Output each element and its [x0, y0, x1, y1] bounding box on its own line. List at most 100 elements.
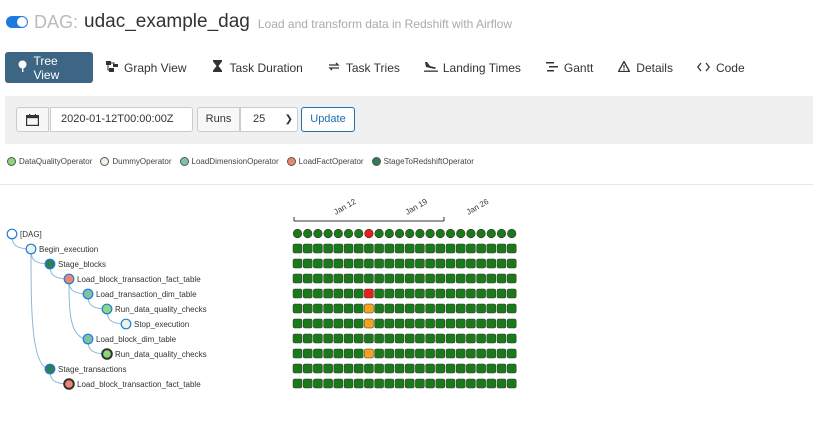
dag-run-status[interactable] [323, 228, 333, 239]
task-instance-status[interactable] [506, 348, 517, 359]
task-instance-status[interactable] [353, 288, 364, 299]
task-instance-status[interactable] [313, 348, 323, 359]
task-instance-status[interactable] [384, 243, 395, 254]
task-instance-status[interactable] [506, 273, 517, 284]
task-instance-status[interactable] [323, 303, 333, 314]
task-instance-status[interactable] [394, 333, 405, 344]
task-node[interactable] [82, 333, 94, 345]
task-instance-status[interactable] [415, 378, 425, 389]
task-instance-status[interactable] [486, 378, 497, 389]
task-instance-status[interactable] [445, 363, 456, 374]
task-instance-status[interactable] [466, 348, 476, 359]
task-instance-status[interactable] [435, 363, 446, 374]
task-instance-status[interactable] [384, 318, 395, 329]
task-instance-status[interactable] [343, 243, 354, 254]
task-instance-status[interactable] [476, 348, 486, 359]
task-node[interactable] [44, 363, 56, 375]
task-instance-status[interactable] [404, 258, 415, 269]
tab-task-tries[interactable]: Task Tries [315, 52, 412, 83]
task-instance-status[interactable] [394, 273, 405, 284]
task-instance-status[interactable] [384, 363, 395, 374]
task-instance-status[interactable] [506, 303, 517, 314]
task-instance-status[interactable] [455, 258, 466, 269]
dag-run-status[interactable] [507, 228, 517, 239]
task-instance-status[interactable] [313, 303, 323, 314]
task-instance-status[interactable] [476, 258, 486, 269]
task-instance-status[interactable] [394, 243, 405, 254]
task-instance-status[interactable] [486, 333, 497, 344]
task-instance-status[interactable] [404, 243, 415, 254]
task-instance-status[interactable] [302, 318, 313, 329]
task-instance-status[interactable] [425, 363, 435, 374]
task-instance-status[interactable] [476, 273, 486, 284]
task-instance-status[interactable] [435, 303, 446, 314]
task-instance-status[interactable] [496, 288, 507, 299]
task-instance-status[interactable] [333, 333, 344, 344]
task-instance-status[interactable] [466, 333, 476, 344]
task-instance-status[interactable] [394, 363, 405, 374]
task-instance-status[interactable] [292, 348, 303, 359]
task-instance-status[interactable] [313, 318, 323, 329]
dag-run-status[interactable] [405, 228, 415, 239]
task-instance-status[interactable] [302, 303, 313, 314]
task-instance-status[interactable] [323, 348, 333, 359]
task-instance-status[interactable] [343, 258, 354, 269]
dag-run-status[interactable] [292, 228, 303, 239]
task-instance-status[interactable] [486, 288, 497, 299]
task-node[interactable] [25, 243, 37, 255]
task-instance-status[interactable] [313, 378, 323, 389]
task-instance-status[interactable] [333, 348, 344, 359]
task-instance-status[interactable] [466, 288, 476, 299]
task-instance-status[interactable] [394, 378, 405, 389]
task-instance-status[interactable] [476, 288, 486, 299]
task-instance-status[interactable] [435, 288, 446, 299]
task-instance-status[interactable] [374, 378, 384, 389]
task-instance-status[interactable] [323, 378, 333, 389]
task-instance-status[interactable] [313, 363, 323, 374]
dag-run-status[interactable] [384, 228, 394, 239]
task-instance-status[interactable] [343, 363, 354, 374]
tab-code[interactable]: Code [685, 52, 757, 83]
task-instance-status[interactable] [302, 273, 313, 284]
task-instance-status[interactable] [425, 303, 435, 314]
task-instance-status[interactable] [292, 258, 303, 269]
task-instance-status[interactable] [313, 273, 323, 284]
task-instance-status[interactable] [364, 243, 374, 254]
task-instance-status[interactable] [333, 378, 344, 389]
task-instance-status[interactable] [445, 273, 456, 284]
dag-run-status[interactable] [343, 228, 354, 239]
task-instance-status[interactable] [323, 288, 333, 299]
task-instance-status[interactable] [506, 318, 517, 329]
task-instance-status[interactable] [425, 288, 435, 299]
task-instance-status[interactable] [292, 243, 303, 254]
task-instance-status[interactable] [486, 363, 497, 374]
task-instance-status[interactable] [496, 243, 507, 254]
task-instance-status[interactable] [415, 303, 425, 314]
dag-run-status[interactable] [394, 228, 405, 239]
task-instance-status[interactable] [445, 318, 456, 329]
task-instance-status[interactable] [415, 318, 425, 329]
calendar-button[interactable] [16, 107, 49, 132]
task-instance-status[interactable] [496, 333, 507, 344]
task-instance-status[interactable] [404, 318, 415, 329]
dag-run-status[interactable] [466, 228, 476, 239]
dag-run-status[interactable] [476, 228, 486, 239]
task-instance-status[interactable] [302, 288, 313, 299]
task-instance-status[interactable] [323, 363, 333, 374]
task-instance-status[interactable] [394, 318, 405, 329]
task-instance-status[interactable] [476, 378, 486, 389]
task-instance-status[interactable] [292, 273, 303, 284]
task-instance-status[interactable] [425, 333, 435, 344]
task-node[interactable] [6, 228, 18, 240]
task-instance-status[interactable] [506, 363, 517, 374]
task-instance-status[interactable] [425, 348, 435, 359]
task-instance-status[interactable] [445, 258, 456, 269]
task-instance-status[interactable] [364, 333, 374, 344]
task-instance-status[interactable] [384, 288, 395, 299]
task-instance-status[interactable] [302, 378, 313, 389]
task-instance-status[interactable] [333, 288, 344, 299]
task-instance-status[interactable] [353, 243, 364, 254]
task-instance-status[interactable] [292, 378, 303, 389]
tab-details[interactable]: Details [605, 52, 685, 83]
task-instance-status[interactable] [353, 363, 364, 374]
